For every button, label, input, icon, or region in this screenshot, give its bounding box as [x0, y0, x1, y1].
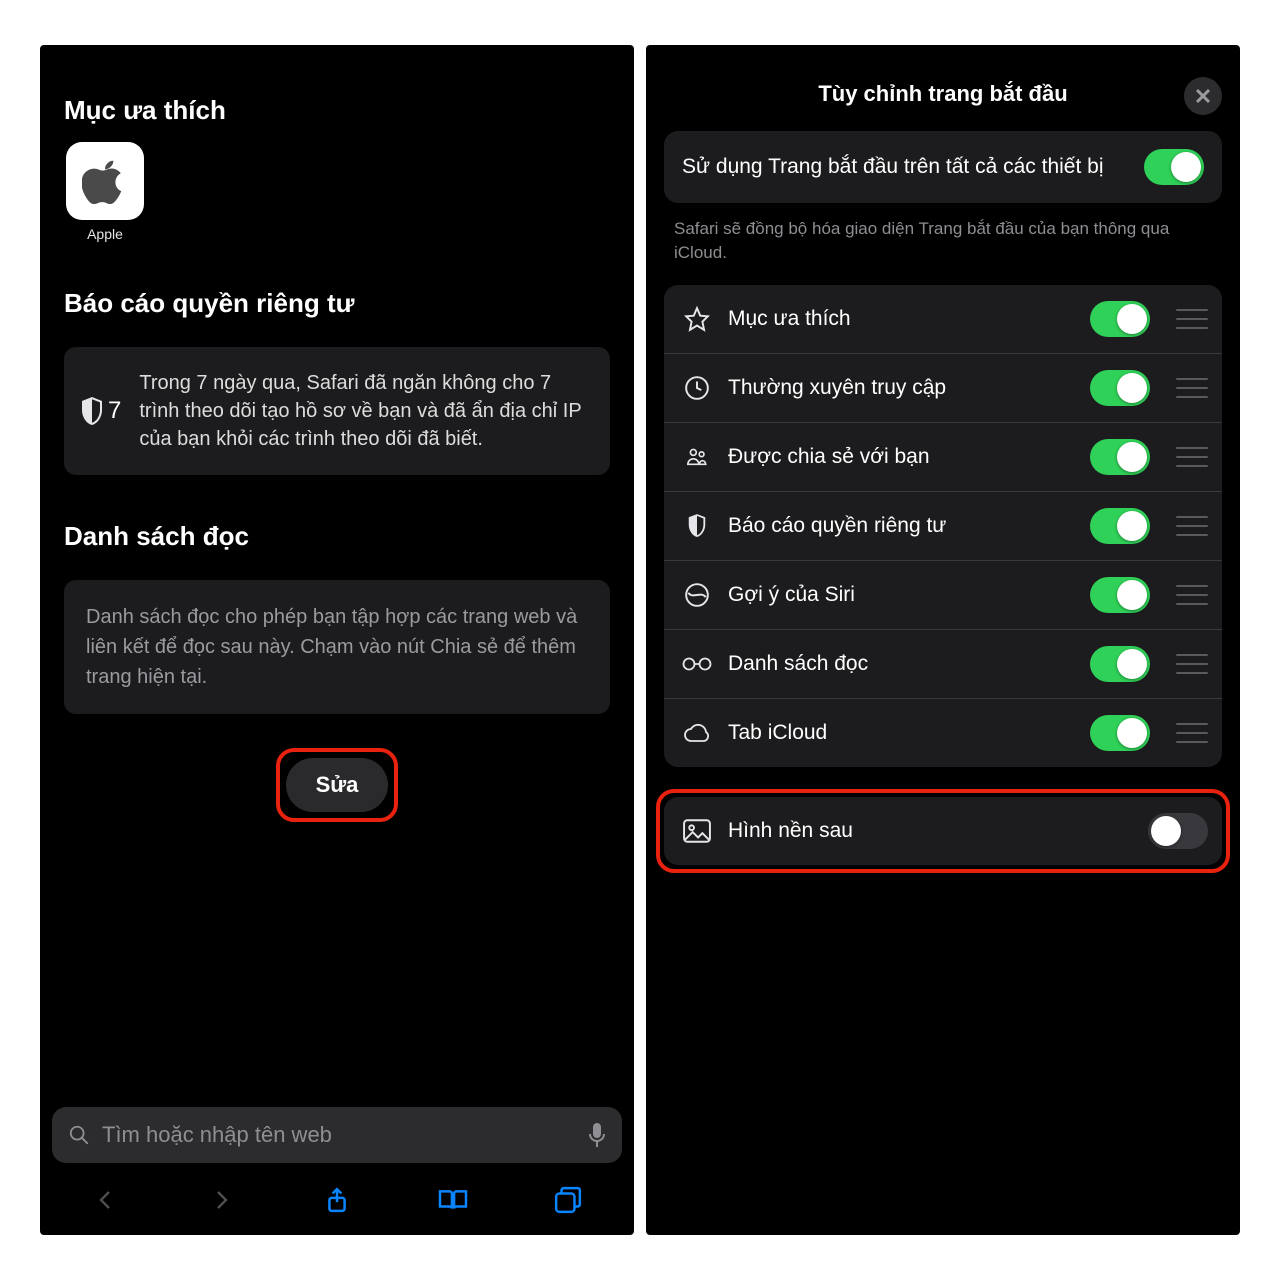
background-label: Hình nền sau	[728, 819, 1132, 843]
row-privacy-report: Báo cáo quyền riêng tư	[664, 491, 1222, 560]
reorder-handle[interactable]	[1176, 654, 1208, 674]
reading-list-card[interactable]: Danh sách đọc cho phép bạn tập hợp các t…	[64, 580, 610, 714]
background-image-section: Hình nền sau	[664, 797, 1222, 865]
row-shared-with-you: Được chia sẻ với bạn	[664, 422, 1222, 491]
privacy-report-card[interactable]: 7 Trong 7 ngày qua, Safari đã ngăn không…	[64, 347, 610, 475]
bookmarks-button[interactable]	[429, 1180, 477, 1220]
favorites-heading: Mục ưa thích	[64, 95, 610, 126]
search-icon	[68, 1124, 90, 1146]
row-reading-list: Danh sách đọc	[664, 629, 1222, 698]
safari-start-page: Mục ưa thích Apple Báo cáo quyền riêng t…	[40, 45, 634, 1235]
privacy-toggle[interactable]	[1090, 508, 1150, 544]
reorder-handle[interactable]	[1176, 447, 1208, 467]
favorite-item-apple[interactable]: Apple	[64, 142, 146, 242]
reorder-handle[interactable]	[1176, 516, 1208, 536]
star-icon	[682, 306, 712, 332]
search-placeholder: Tìm hoặc nhập tên web	[102, 1122, 576, 1148]
microphone-icon[interactable]	[588, 1122, 606, 1148]
favorites-toggle[interactable]	[1090, 301, 1150, 337]
row-siri-suggestions: Gợi ý của Siri	[664, 560, 1222, 629]
row-label: Tab iCloud	[728, 721, 1074, 745]
row-label: Báo cáo quyền riêng tư	[728, 514, 1074, 538]
row-icloud-tabs: Tab iCloud	[664, 698, 1222, 767]
back-button[interactable]	[82, 1180, 130, 1220]
row-label: Thường xuyên truy cập	[728, 376, 1074, 400]
reading-heading: Danh sách đọc	[64, 521, 610, 552]
row-label: Danh sách đọc	[728, 652, 1074, 676]
edit-button[interactable]: Sửa	[286, 758, 389, 812]
apple-icon	[66, 142, 144, 220]
glasses-icon	[682, 656, 712, 672]
favorite-label: Apple	[87, 226, 123, 242]
tracker-count: 7	[108, 397, 121, 425]
close-button[interactable]	[1184, 77, 1222, 115]
reorder-handle[interactable]	[1176, 309, 1208, 329]
bottom-toolbar	[40, 1169, 634, 1235]
sheet-title: Tùy chỉnh trang bắt đầu	[666, 81, 1220, 107]
row-label: Gợi ý của Siri	[728, 583, 1074, 607]
sync-across-devices-row: Sử dụng Trang bắt đầu trên tất cả các th…	[664, 131, 1222, 203]
sync-label: Sử dụng Trang bắt đầu trên tất cả các th…	[682, 153, 1128, 181]
shield-icon	[682, 513, 712, 539]
sync-toggle[interactable]	[1144, 149, 1204, 185]
clock-icon	[682, 375, 712, 401]
row-label: Mục ưa thích	[728, 307, 1074, 331]
sections-toggle-list: Mục ưa thích Thường xuyên truy cập Được …	[664, 285, 1222, 767]
siri-toggle[interactable]	[1090, 577, 1150, 613]
edit-button-highlight: Sửa	[276, 748, 399, 822]
reorder-handle[interactable]	[1176, 378, 1208, 398]
shared-toggle[interactable]	[1090, 439, 1150, 475]
reorder-handle[interactable]	[1176, 585, 1208, 605]
privacy-heading: Báo cáo quyền riêng tư	[64, 288, 610, 319]
tabs-button[interactable]	[544, 1180, 592, 1220]
reading-toggle[interactable]	[1090, 646, 1150, 682]
row-favorites: Mục ưa thích	[664, 285, 1222, 353]
forward-button[interactable]	[197, 1180, 245, 1220]
share-button[interactable]	[313, 1180, 361, 1220]
cloud-icon	[682, 723, 712, 743]
people-icon	[682, 446, 712, 468]
privacy-description: Trong 7 ngày qua, Safari đã ngăn không c…	[139, 369, 588, 453]
siri-icon	[682, 582, 712, 608]
sync-hint: Safari sẽ đồng bộ hóa giao diện Trang bắ…	[646, 203, 1240, 285]
row-frequently-visited: Thường xuyên truy cập	[664, 353, 1222, 422]
address-bar[interactable]: Tìm hoặc nhập tên web	[52, 1107, 622, 1163]
shield-icon: 7	[80, 397, 121, 425]
frequent-toggle[interactable]	[1090, 370, 1150, 406]
image-icon	[682, 819, 712, 843]
row-label: Được chia sẻ với bạn	[728, 445, 1074, 469]
reorder-handle[interactable]	[1176, 723, 1208, 743]
background-toggle[interactable]	[1148, 813, 1208, 849]
close-icon	[1195, 88, 1211, 104]
icloud-toggle[interactable]	[1090, 715, 1150, 751]
customize-start-page-sheet: Tùy chỉnh trang bắt đầu Sử dụng Trang bắ…	[646, 45, 1240, 1235]
